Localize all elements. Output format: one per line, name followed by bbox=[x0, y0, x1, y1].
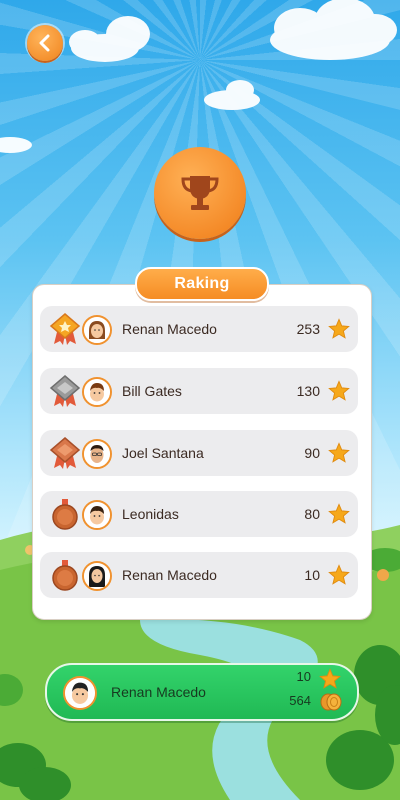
current-player-bar[interactable]: Renan Macedo 10 564 bbox=[45, 663, 359, 721]
player-score: 253 bbox=[296, 321, 320, 337]
player-score: 10 bbox=[304, 567, 320, 583]
gold-medal-icon bbox=[49, 313, 81, 345]
girl-avatar bbox=[82, 315, 112, 345]
bronze-medal-icon bbox=[49, 437, 81, 469]
star-icon bbox=[328, 442, 350, 463]
player-name: Leonidas bbox=[122, 506, 179, 522]
ranking-title: Raking bbox=[135, 267, 269, 301]
game-background: Raking Renan Macedo 253 Bill Gates 130 J… bbox=[0, 0, 400, 800]
current-player-coins: 564 bbox=[289, 693, 311, 708]
man-avatar bbox=[82, 439, 112, 469]
star-icon bbox=[319, 668, 341, 689]
trophy-icon bbox=[181, 176, 219, 210]
ranking-row[interactable]: Renan Macedo 10 bbox=[40, 552, 358, 598]
ranking-row[interactable]: Joel Santana 90 bbox=[40, 430, 358, 476]
ranking-row[interactable]: Bill Gates 130 bbox=[40, 368, 358, 414]
back-button[interactable] bbox=[27, 25, 63, 61]
trophy-badge bbox=[154, 147, 246, 239]
player-score: 130 bbox=[296, 383, 320, 399]
boy-avatar bbox=[82, 377, 112, 407]
star-icon bbox=[328, 503, 350, 524]
coins-icon bbox=[320, 693, 342, 711]
ranking-row[interactable]: Leonidas 80 bbox=[40, 491, 358, 537]
woman-avatar bbox=[82, 561, 112, 591]
player-name: Joel Santana bbox=[122, 445, 204, 461]
current-player-stars: 10 bbox=[296, 669, 311, 684]
star-icon bbox=[328, 318, 350, 339]
star-icon bbox=[328, 564, 350, 585]
star-icon bbox=[328, 380, 350, 401]
player-name: Renan Macedo bbox=[122, 567, 217, 583]
player-score: 90 bbox=[304, 445, 320, 461]
clouds bbox=[0, 0, 397, 153]
chevron-left-icon bbox=[39, 34, 50, 52]
ranking-row[interactable]: Renan Macedo 253 bbox=[40, 306, 358, 352]
boy-avatar bbox=[82, 500, 112, 530]
boy-avatar bbox=[63, 676, 97, 710]
player-score: 80 bbox=[304, 506, 320, 522]
silver-medal-icon bbox=[49, 375, 81, 407]
player-name: Renan Macedo bbox=[122, 321, 217, 337]
bronze-coin-medal-icon bbox=[52, 499, 78, 530]
player-name: Bill Gates bbox=[122, 383, 182, 399]
current-player-name: Renan Macedo bbox=[111, 684, 206, 700]
bronze-coin-medal-icon bbox=[52, 560, 78, 591]
